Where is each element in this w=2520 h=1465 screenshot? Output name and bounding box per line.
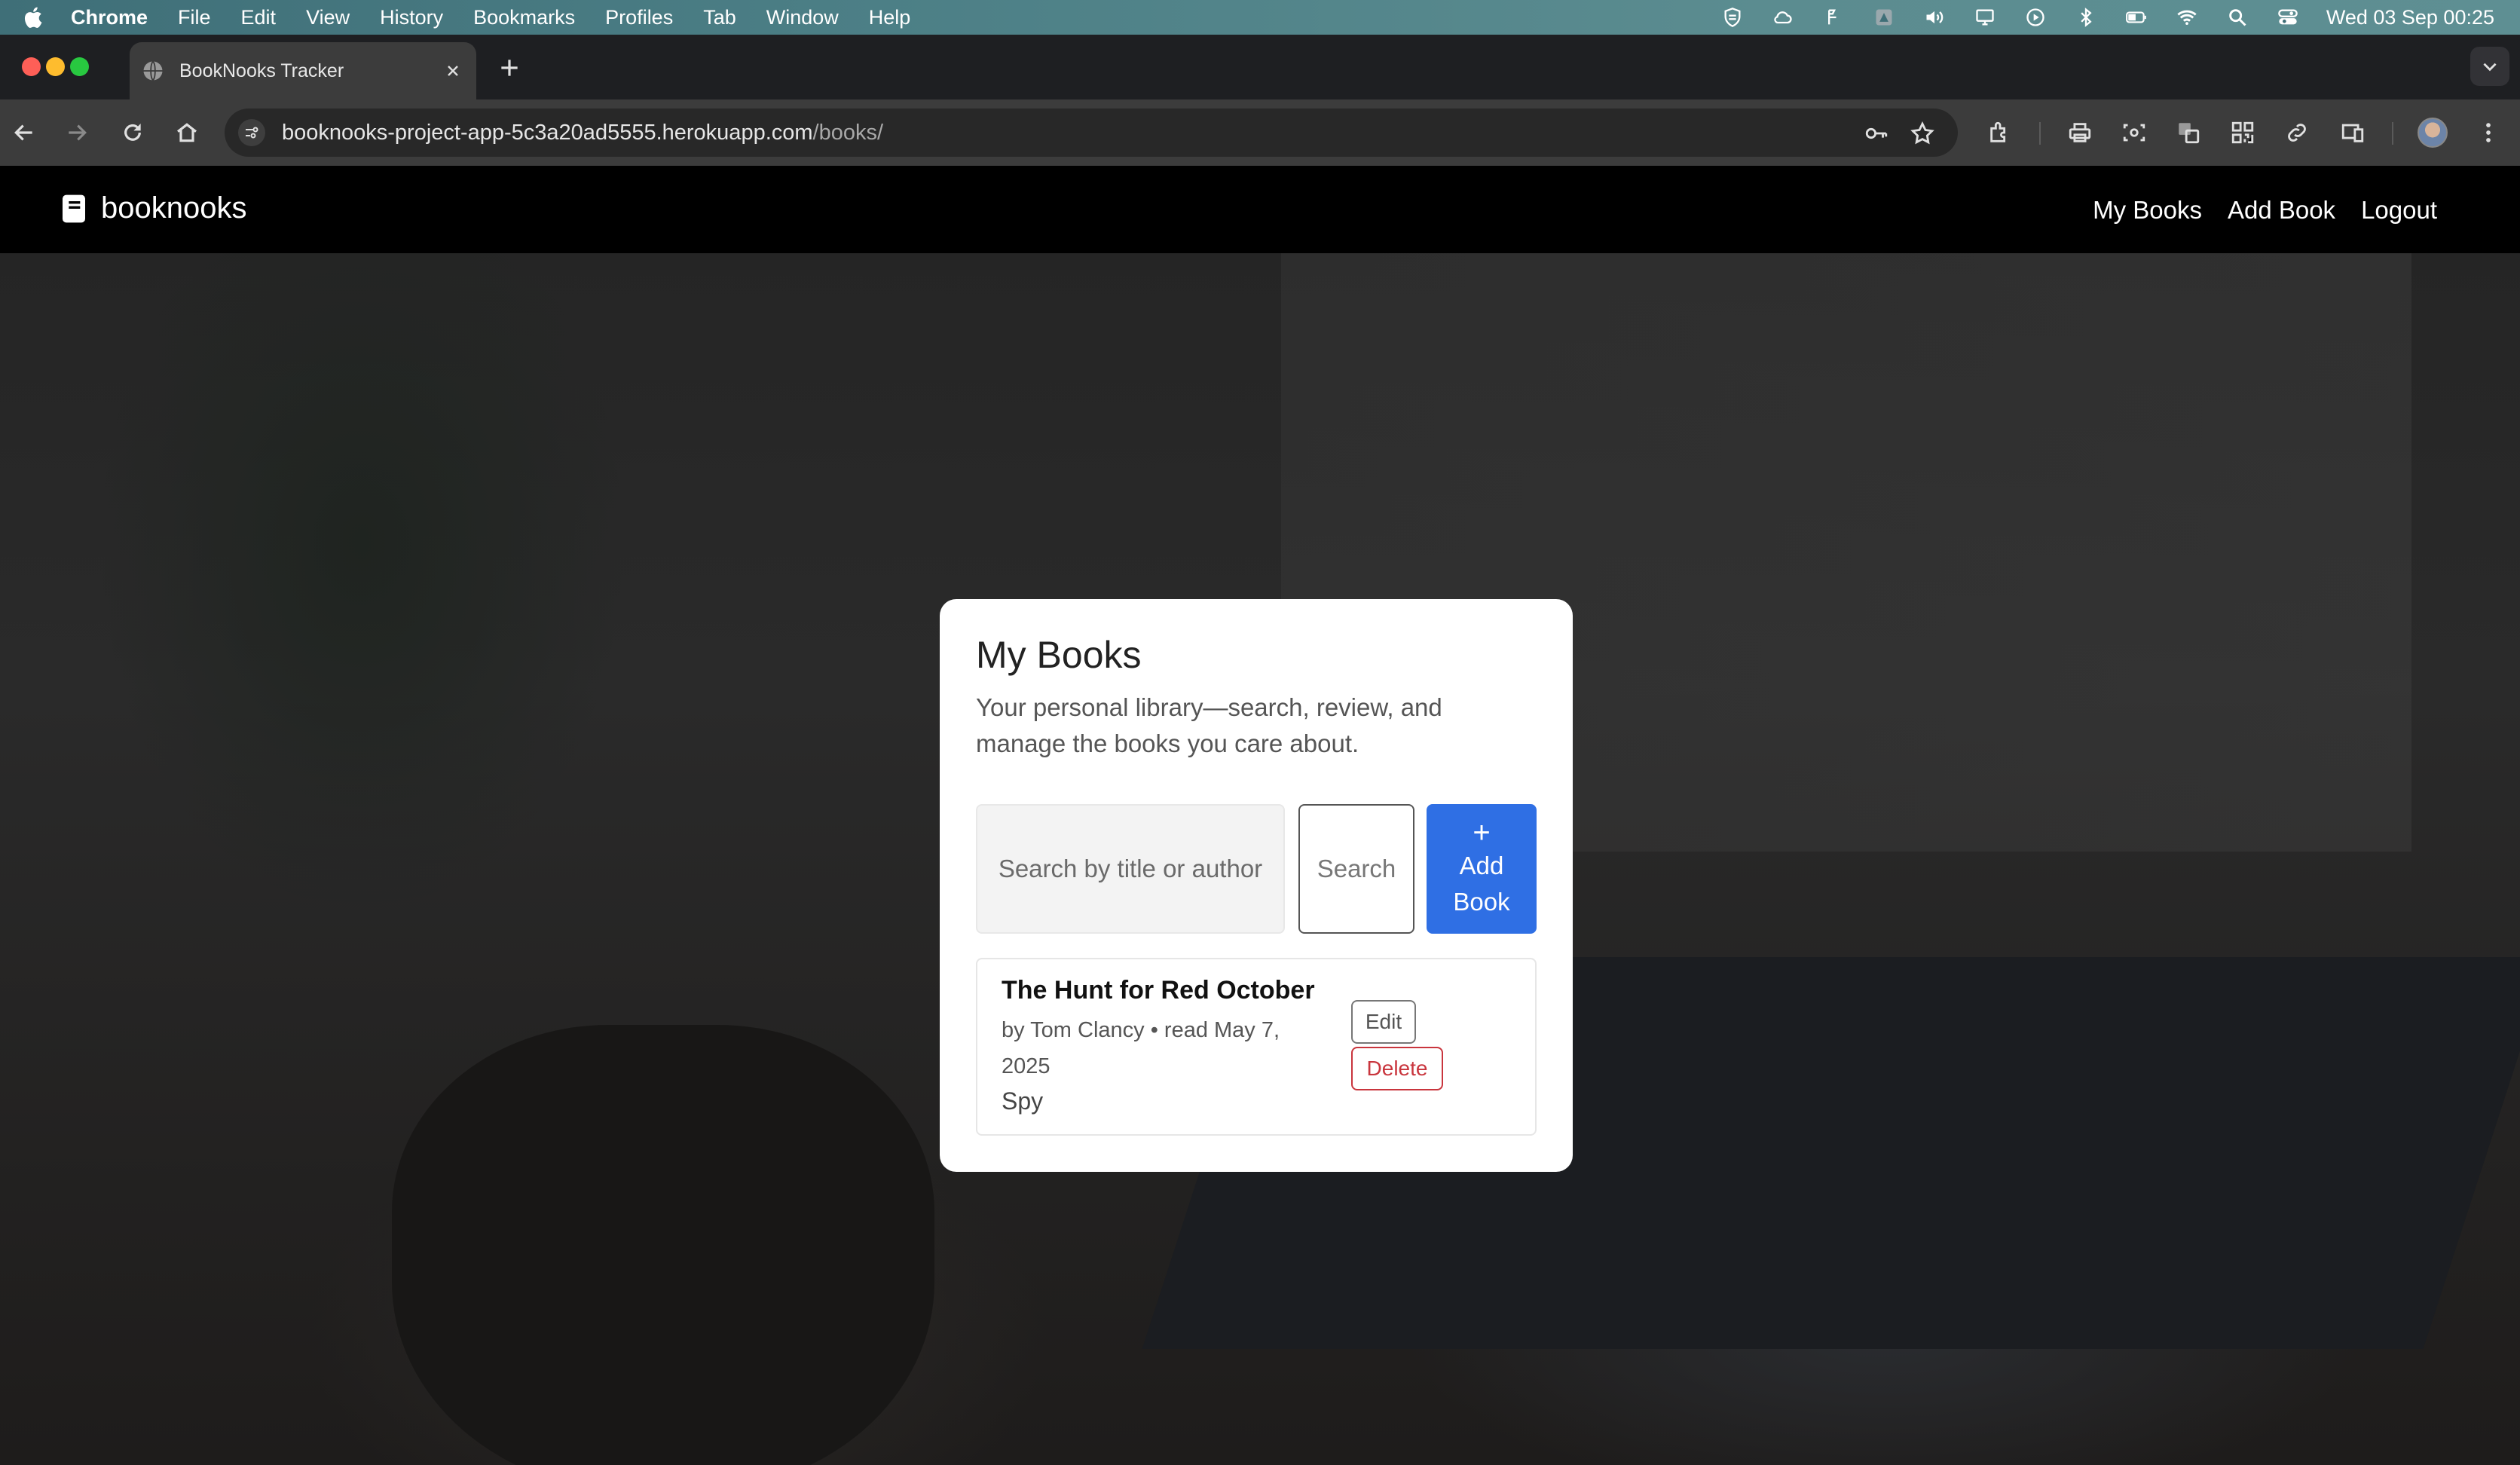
new-tab-icon[interactable] [497, 56, 521, 80]
search-button[interactable]: Search [1298, 804, 1414, 934]
globe-icon [143, 60, 163, 81]
browser-tab[interactable]: BookNooks Tracker [130, 42, 476, 99]
password-key-icon[interactable] [1864, 121, 1889, 146]
edit-book-button[interactable]: Edit [1351, 1000, 1416, 1044]
background-cup [392, 1025, 934, 1465]
site-info-icon[interactable] [238, 119, 265, 146]
browser-toolbar: booknooks-project-app-5c3a20ad5555.herok… [0, 99, 2520, 166]
display-icon[interactable] [1972, 6, 1998, 29]
chevron-down-icon [2483, 63, 2497, 72]
browser-tab-strip: BookNooks Tracker [0, 35, 2520, 99]
devices-icon[interactable] [2339, 119, 2366, 146]
forward-icon[interactable] [60, 116, 93, 149]
menu-help[interactable]: Help [869, 6, 911, 29]
back-icon[interactable] [8, 116, 41, 149]
screenshot-icon[interactable] [2121, 119, 2148, 146]
reload-icon[interactable] [116, 116, 149, 149]
web-page: booknooks My Books Add Book Logout My Bo… [0, 166, 2520, 1465]
home-icon[interactable] [170, 116, 203, 149]
cloud-icon[interactable] [1770, 6, 1796, 29]
menu-edit[interactable]: Edit [241, 6, 277, 29]
add-book-label: Add Book [1453, 852, 1510, 916]
minimize-window-button[interactable] [46, 57, 65, 76]
close-window-button[interactable] [22, 57, 41, 76]
book-icon [63, 194, 85, 222]
page-title: My Books [976, 634, 1142, 676]
menu-history[interactable]: History [380, 6, 443, 29]
menu-file[interactable]: File [178, 6, 211, 29]
shield-icon[interactable] [1720, 6, 1745, 29]
link-icon[interactable] [2283, 119, 2311, 146]
menu-view[interactable]: View [306, 6, 350, 29]
nav-logout[interactable]: Logout [2361, 196, 2437, 225]
more-menu-icon[interactable] [2475, 119, 2502, 146]
relay-icon[interactable] [1821, 6, 1846, 29]
apple-logo-icon[interactable] [21, 5, 44, 29]
app-icon[interactable] [1871, 6, 1897, 29]
extensions-icon[interactable] [1986, 119, 2014, 146]
close-tab-icon[interactable] [443, 61, 463, 81]
url-path: /books/ [812, 121, 884, 145]
menu-tab[interactable]: Tab [703, 6, 736, 29]
book-list-item: The Hunt for Red October by Tom Clancy •… [976, 958, 1537, 1136]
book-title[interactable]: The Hunt for Red October [1002, 976, 1315, 1005]
qr-code-icon[interactable] [2229, 119, 2256, 146]
url-text: booknooks-project-app-5c3a20ad5555.herok… [282, 121, 883, 145]
search-row: Search + Add Book [976, 804, 1537, 934]
menu-bookmarks[interactable]: Bookmarks [473, 6, 575, 29]
profile-avatar[interactable] [2418, 118, 2448, 148]
play-icon[interactable] [2023, 6, 2048, 29]
nav-my-books[interactable]: My Books [2093, 196, 2202, 225]
wifi-icon[interactable] [2174, 6, 2200, 29]
site-navbar: booknooks My Books Add Book Logout [0, 166, 2520, 253]
add-book-button[interactable]: + Add Book [1427, 804, 1537, 934]
menu-chrome[interactable]: Chrome [71, 6, 148, 29]
macos-menu-bar: Chrome File Edit View History Bookmarks … [0, 0, 2520, 35]
address-bar[interactable]: booknooks-project-app-5c3a20ad5555.herok… [225, 109, 1958, 157]
battery-icon[interactable] [2124, 6, 2149, 29]
translate-icon[interactable] [2175, 119, 2202, 146]
book-meta: by Tom Clancy • read May 7, 2025 [1002, 1018, 1280, 1078]
status-area: Wed 03 Sep 00:25 [1695, 0, 2494, 35]
toolbar-divider [2039, 122, 2041, 145]
menubar-clock[interactable]: Wed 03 Sep 00:25 [2326, 6, 2494, 29]
brand-logo[interactable]: booknooks [60, 191, 246, 225]
toolbar-divider [2392, 122, 2393, 145]
page-subtitle: Your personal library—search, review, an… [976, 693, 1442, 757]
url-domain: booknooks-project-app-5c3a20ad5555.herok… [282, 121, 813, 145]
print-icon[interactable] [2066, 119, 2093, 146]
control-center-icon[interactable] [2275, 6, 2301, 29]
book-genre: Spy [1002, 1087, 1044, 1115]
my-books-card: My Books Your personal library—search, r… [940, 599, 1573, 1172]
volume-icon[interactable] [1922, 6, 1947, 29]
delete-book-button[interactable]: Delete [1351, 1047, 1443, 1090]
search-icon[interactable] [2225, 6, 2250, 29]
search-input[interactable] [976, 804, 1285, 934]
bluetooth-icon[interactable] [2073, 6, 2099, 29]
plus-icon: + [1473, 816, 1491, 849]
bookmark-star-icon[interactable] [1910, 121, 1935, 146]
menu-window[interactable]: Window [766, 6, 839, 29]
brand-name: booknooks [101, 191, 247, 225]
zoom-window-button[interactable] [70, 57, 89, 76]
nav-links: My Books Add Book Logout [2067, 196, 2437, 225]
nav-add-book[interactable]: Add Book [2228, 196, 2335, 225]
menu-profiles[interactable]: Profiles [605, 6, 673, 29]
tab-search-button[interactable] [2470, 47, 2509, 86]
tab-title: BookNooks Tracker [179, 60, 344, 81]
